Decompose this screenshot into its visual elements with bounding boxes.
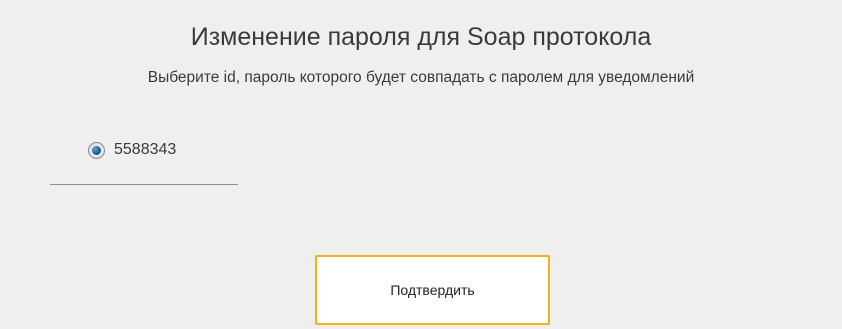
id-radio-button[interactable]	[88, 141, 105, 159]
page-title: Изменение пароля для Soap протокола	[190, 23, 652, 51]
id-option-row[interactable]: 5588343	[88, 138, 176, 162]
confirm-button[interactable]: Подтвердить	[315, 255, 550, 325]
radio-selected-dot	[92, 145, 101, 155]
instruction-text: Выберите id, пароль которого будет совпа…	[147, 69, 695, 86]
id-option-label[interactable]: 5588343	[114, 140, 176, 160]
soap-password-panel: Изменение пароля для Soap протокола Выбе…	[0, 0, 842, 329]
option-divider	[50, 184, 238, 185]
